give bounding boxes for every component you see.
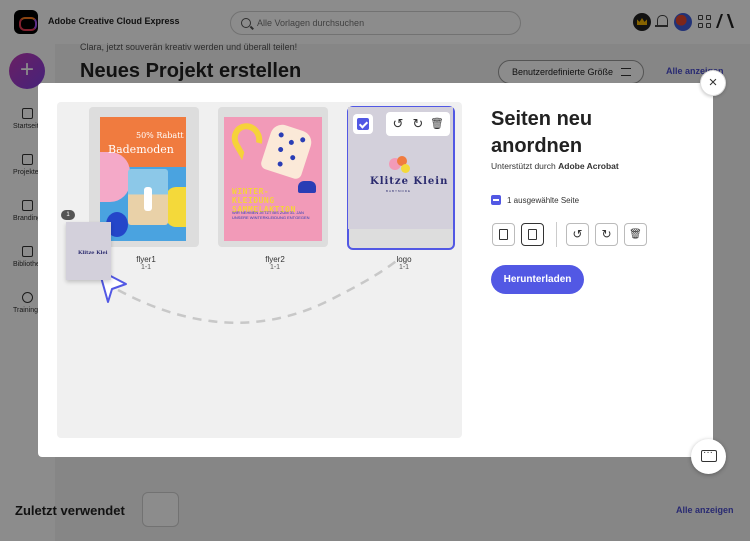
drag-count-badge: 1 xyxy=(61,210,75,220)
extract-page-button[interactable] xyxy=(521,223,544,246)
page-add-icon xyxy=(499,229,508,241)
supported-by-brand: Adobe Acrobat xyxy=(558,161,619,171)
rotate-right-icon: ↻ xyxy=(601,227,612,241)
supported-prefix: Unterstützt durch xyxy=(491,161,556,171)
delete-button[interactable]: 🗑 xyxy=(624,223,647,246)
supported-by-text: Unterstützt durch Adobe Acrobat xyxy=(491,161,619,171)
page-export-icon xyxy=(528,229,537,241)
drag-path xyxy=(98,257,401,324)
dialog-title: Seiten neu anordnen xyxy=(491,108,593,157)
deselect-checkbox[interactable] xyxy=(491,195,501,205)
chat-icon[interactable] xyxy=(691,439,726,474)
trash-icon: 🗑 xyxy=(629,229,642,240)
rotate-right-button[interactable]: ↻ xyxy=(595,223,618,246)
rotate-left-icon: ↺ xyxy=(572,227,583,241)
download-button[interactable]: Herunterladen xyxy=(491,265,584,294)
divider xyxy=(556,222,557,247)
selected-count-label: 1 ausgewählte Seite xyxy=(507,196,580,205)
insert-page-button[interactable] xyxy=(492,223,515,246)
ghost-text: Klitze Klei xyxy=(78,250,108,256)
close-button[interactable]: × xyxy=(700,70,726,96)
rotate-left-button[interactable]: ↺ xyxy=(566,223,589,246)
dragged-page-ghost[interactable]: Klitze Klei xyxy=(66,222,111,280)
